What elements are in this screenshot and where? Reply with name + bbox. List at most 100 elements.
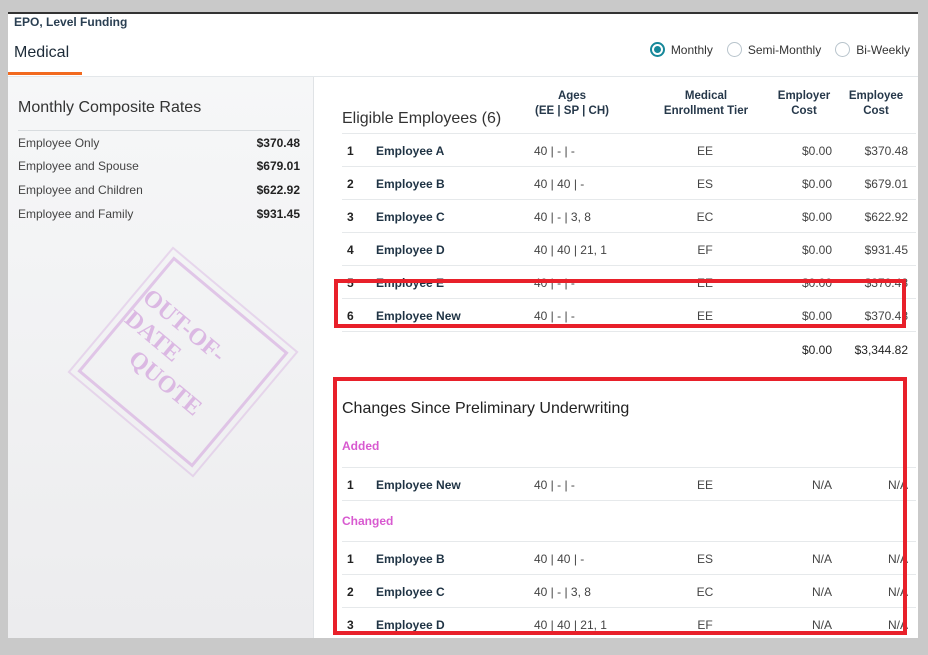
employees-title: Eligible Employees (6) <box>342 110 502 127</box>
table-row: 1 Employee A 40 | - | - EE $0.00 $370.48 <box>342 133 916 166</box>
employee-name: Employee C <box>376 585 445 599</box>
employee-ages: 40 | - | - <box>534 276 575 290</box>
employee-name: Employee New <box>376 478 461 492</box>
employee-cost: N/A <box>887 585 908 599</box>
col-header-text: Ages <box>557 90 587 102</box>
employee-name: Employee D <box>376 618 445 632</box>
table-row: 2 Employee B 40 | 40 | - ES $0.00 $679.0… <box>342 166 916 199</box>
row-number: 2 <box>347 177 354 191</box>
rate-label: Employee and Family <box>18 207 134 221</box>
employee-cost: $679.01 <box>864 177 908 191</box>
employer-cost: $0.00 <box>801 210 832 224</box>
radio-unselected-icon[interactable] <box>726 42 742 57</box>
tab-medical[interactable]: Medical <box>14 44 69 62</box>
employee-total: $3,344.82 <box>854 343 908 357</box>
employees-header: Eligible Employees (6) Ages (EE | SP | C… <box>342 89 916 131</box>
employee-cost: $370.48 <box>864 144 908 158</box>
employee-name: Employee B <box>376 177 445 191</box>
rate-label: Employee and Children <box>18 183 143 197</box>
employee-tier: EF <box>697 618 713 632</box>
col-header-ages: Ages (EE | SP | CH) <box>532 89 612 119</box>
employee-name: Employee B <box>376 552 445 566</box>
employee-name: Employee C <box>376 210 445 224</box>
employee-name: Employee New <box>376 309 461 323</box>
employee-cost: $370.48 <box>864 276 908 290</box>
col-header-text: Enrollment Tier <box>663 105 749 117</box>
table-row: 5 Employee E 40 | - | - EE $0.00 $370.48 <box>342 265 916 298</box>
rate-row: Employee Only $370.48 <box>18 130 300 154</box>
rate-label: Employee and Spouse <box>18 159 139 173</box>
employee-name: Employee E <box>376 276 445 290</box>
tab-underline <box>8 72 82 75</box>
employee-tier: EC <box>696 210 714 224</box>
col-header-text: Cost <box>791 105 817 117</box>
col-header-text: Employer <box>777 90 831 102</box>
employer-cost: $0.00 <box>801 243 832 257</box>
col-header-tier: Medical Enrollment Tier <box>658 89 754 119</box>
col-header-text: (EE | SP | CH) <box>535 105 609 117</box>
employee-ages: 40 | - | - <box>534 309 575 323</box>
employee-cost: $931.45 <box>864 243 908 257</box>
employee-ages: 40 | 40 | 21, 1 <box>534 243 607 257</box>
employee-cost: N/A <box>887 552 908 566</box>
table-row: 2 Employee C 40 | - | 3, 8 EC N/A N/A <box>342 574 916 607</box>
rate-value: $679.01 <box>256 159 300 173</box>
radio-label: Bi-Weekly <box>856 42 910 57</box>
rates-title: Monthly Composite Rates <box>18 99 202 116</box>
table-row: 3 Employee D 40 | 40 | 21, 1 EF N/A N/A <box>342 607 916 638</box>
table-row: 3 Employee C 40 | - | 3, 8 EC $0.00 $622… <box>342 199 916 232</box>
col-header-text: Medical <box>684 90 728 102</box>
top-border <box>8 12 918 14</box>
employer-cost: N/A <box>811 478 832 492</box>
employer-cost: N/A <box>811 618 832 632</box>
row-number: 6 <box>347 309 354 323</box>
radio-label: Semi-Monthly <box>747 42 822 57</box>
employee-tier: ES <box>696 177 713 191</box>
employer-total: $0.00 <box>801 343 832 357</box>
employee-tier: EE <box>696 276 713 290</box>
employee-tier: EE <box>696 144 713 158</box>
row-number: 1 <box>347 552 354 566</box>
plan-title: EPO, Level Funding <box>14 15 128 29</box>
employee-ages: 40 | 40 | 21, 1 <box>534 618 607 632</box>
frequency-radio-group: Monthly Semi-Monthly Bi-Weekly <box>649 42 910 57</box>
rate-row: Employee and Spouse $679.01 <box>18 154 300 178</box>
row-number: 1 <box>347 478 354 492</box>
totals-row: $0.00 $3,344.82 <box>342 331 916 367</box>
employee-cost: N/A <box>887 478 908 492</box>
changes-title: Changes Since Preliminary Underwriting <box>342 400 630 417</box>
row-number: 4 <box>347 243 354 257</box>
table-row: 1 Employee New 40 | - | - EE N/A N/A <box>342 467 916 500</box>
col-header-employee: Employee Cost <box>842 89 910 119</box>
employer-cost: $0.00 <box>801 276 832 290</box>
rate-value: $622.92 <box>256 183 300 197</box>
employee-name: Employee A <box>376 144 445 158</box>
changed-label: Changed <box>342 500 916 541</box>
employee-cost: $622.92 <box>864 210 908 224</box>
radio-semi-monthly[interactable]: Semi-Monthly <box>726 42 822 57</box>
table-row: 4 Employee D 40 | 40 | 21, 1 EF $0.00 $9… <box>342 232 916 265</box>
employer-cost: N/A <box>811 552 832 566</box>
employee-ages: 40 | 40 | - <box>534 552 585 566</box>
radio-bi-weekly[interactable]: Bi-Weekly <box>835 42 910 57</box>
radio-monthly[interactable]: Monthly <box>649 42 713 57</box>
employee-cost: N/A <box>887 618 908 632</box>
employees-table: 1 Employee A 40 | - | - EE $0.00 $370.48… <box>342 133 916 367</box>
composite-rates-panel: Monthly Composite Rates Employee Only $3… <box>8 77 314 638</box>
app-frame: EPO, Level Funding Medical Monthly Semi-… <box>8 12 918 638</box>
radio-selected-icon[interactable] <box>649 42 665 57</box>
table-row: 1 Employee B 40 | 40 | - ES N/A N/A <box>342 541 916 574</box>
employer-cost: $0.00 <box>801 144 832 158</box>
employee-tier: EE <box>696 309 713 323</box>
employer-cost: $0.00 <box>801 177 832 191</box>
rate-label: Employee Only <box>18 135 100 150</box>
employee-tier: EC <box>696 585 714 599</box>
employee-ages: 40 | - | 3, 8 <box>534 585 591 599</box>
employer-cost: $0.00 <box>801 309 832 323</box>
radio-unselected-icon[interactable] <box>835 42 851 57</box>
col-header-employer: Employer Cost <box>772 89 836 119</box>
employee-ages: 40 | - | 3, 8 <box>534 210 591 224</box>
employee-tier: EF <box>697 243 713 257</box>
row-number: 3 <box>347 210 354 224</box>
employees-panel: Eligible Employees (6) Ages (EE | SP | C… <box>314 77 918 638</box>
